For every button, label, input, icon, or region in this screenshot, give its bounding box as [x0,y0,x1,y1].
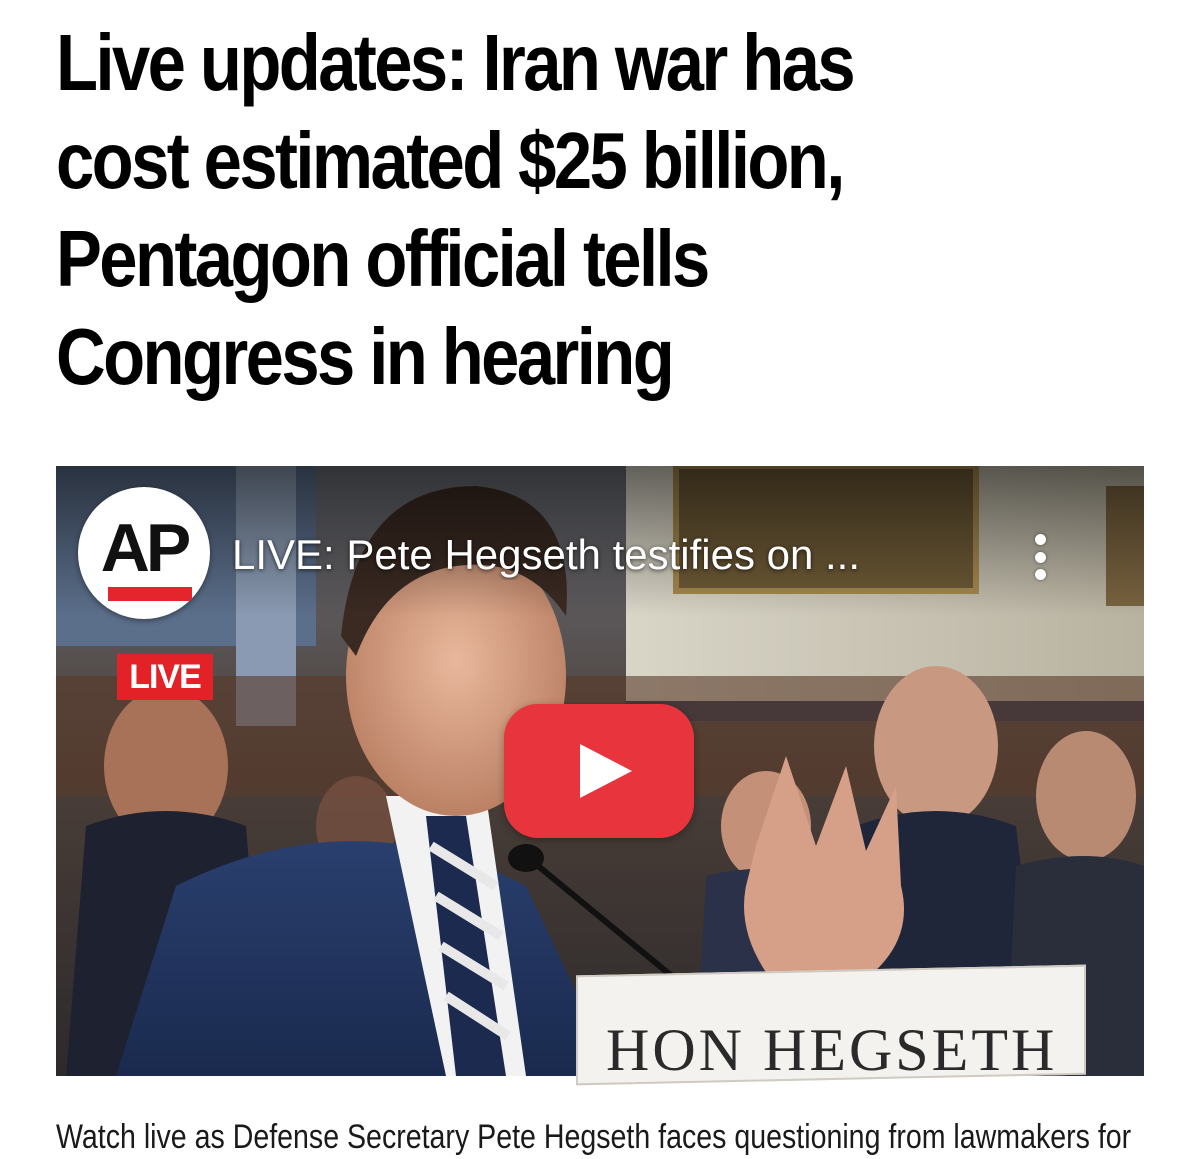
headline-line: cost estimated $25 billion, [56,116,845,205]
headline-line: Congress in hearing [56,312,675,401]
headline-line: Pentagon official tells [56,214,710,303]
live-badge: LIVE [117,654,213,700]
article-page: Live updates: Iran war has cost estimate… [0,0,1200,1159]
menu-dot [1034,551,1046,563]
channel-logo[interactable]: AP [78,487,210,619]
play-button[interactable] [504,704,694,838]
article-caption: Watch live as Defense Secretary Pete Heg… [56,1118,1132,1156]
channel-logo-text: AP [100,510,191,586]
menu-dot [1034,569,1046,580]
play-icon [580,744,632,798]
article-headline: Live updates: Iran war has cost estimate… [56,14,993,406]
headline-line: Live updates: Iran war has [56,18,856,107]
more-vertical-icon[interactable] [1020,530,1060,584]
nameplate-text: HON HEGSETH [606,1017,1058,1083]
video-title[interactable]: LIVE: Pete Hegseth testifies on ... [232,530,992,580]
logo-accent-bar [108,587,192,601]
menu-dot [1034,534,1046,545]
